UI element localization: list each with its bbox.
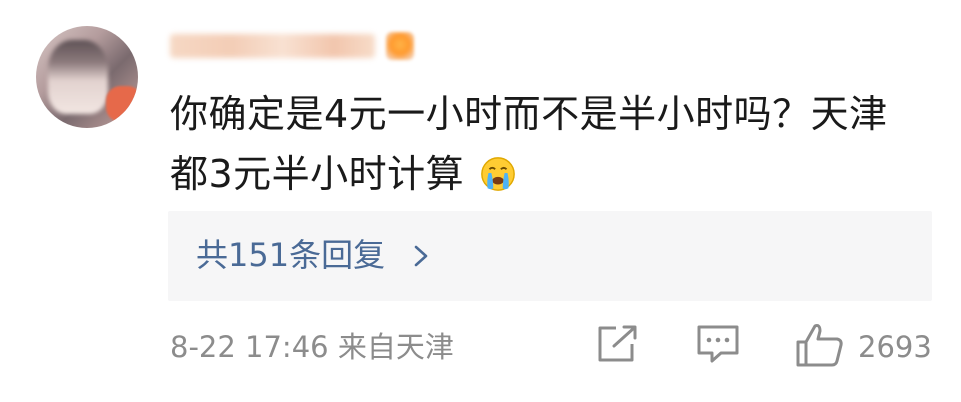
user-avatar[interactable] (36, 26, 138, 128)
share-icon[interactable] (594, 322, 642, 366)
comment-line-2: 都3元半小时计算 (170, 152, 465, 196)
comment-reply-icon[interactable] (695, 322, 741, 366)
thumbs-up-icon[interactable] (795, 322, 845, 368)
chevron-right-icon (414, 245, 428, 267)
username-blurred[interactable] (170, 34, 375, 58)
like-count: 2693 (858, 330, 932, 364)
view-replies-button[interactable]: 共151条回复 (168, 211, 932, 301)
replies-count-label: 共151条回复 (196, 236, 386, 274)
comment-text: 你确定是4元一小时而不是半小时吗？天津 都3元半小时计算 (170, 84, 940, 204)
comment-meta: 8-22 17:46 来自天津 (170, 330, 454, 364)
user-badge-icon (386, 32, 414, 60)
comment-line-1: 你确定是4元一小时而不是半小时吗？天津 (170, 92, 888, 136)
crying-face-icon (480, 157, 515, 191)
comment-line-2-wrap: 都3元半小时计算 (170, 144, 940, 204)
